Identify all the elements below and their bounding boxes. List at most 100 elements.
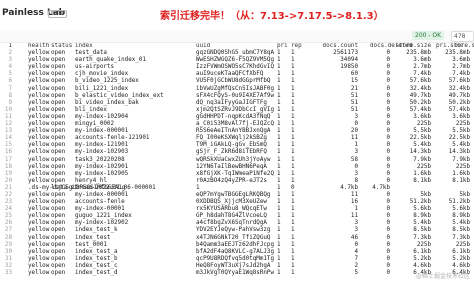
cell-docs-deleted: 0	[386, 113, 390, 120]
cell-store-size: 4.6kb	[413, 262, 431, 269]
cell-uuid: x8fGjXK-TqIWmeaP1Nfe2Q	[196, 170, 275, 177]
cell-pri: 1	[277, 92, 281, 99]
cell-pri-store-size: 235.8mb	[445, 50, 470, 57]
cell-health: yellow	[28, 156, 50, 163]
cell-health: yellow	[28, 248, 50, 255]
line-number: 30	[4, 248, 12, 255]
cell-uuid: VU5F0jGCbWU8dGGprMfbQ	[196, 78, 271, 85]
cell-docs-count: 51	[350, 92, 358, 99]
cell-status: open	[51, 99, 66, 106]
cell-docs-deleted: 0	[386, 191, 390, 198]
header-pri-store-size: pri.store.size	[436, 43, 474, 49]
cell-rep: 1	[291, 199, 295, 206]
cell-uuid: WwESHZWGQZ6-F5QZ9VM5Qg	[196, 57, 275, 64]
cell-health: yellow	[28, 128, 50, 135]
cell-rep: 1	[291, 177, 295, 184]
table-row: 32 yellow open index_test_c HeQ8FoyWT3uXj7sJ…	[0, 263, 474, 270]
cell-status: open	[51, 85, 66, 92]
cell-rep: 1	[291, 255, 295, 262]
table-row: 4 yellow open us-airports IzzFVWmOSWO5sC7Khd…	[0, 64, 474, 71]
cell-pri: 1	[277, 206, 281, 213]
cell-pri: 1	[277, 262, 281, 269]
table-row: 20 yellow open henry4_hl r0AzBO4zQ4yZPR-eJT2…	[0, 178, 474, 185]
cell-uuid: x4TJN6GNkT20_TfiZQGuQ	[196, 234, 271, 241]
cell-index: my-index-102901	[75, 163, 129, 170]
cell-store-size: 5.2kb	[413, 255, 431, 262]
cell-uuid: T9M_iGAkLQ-gGv_EbSmQ	[196, 142, 267, 149]
line-number: 11	[4, 113, 12, 120]
cell-docs-deleted: 0	[386, 206, 390, 213]
cell-docs-count: 34094	[340, 57, 358, 64]
table-row: 29 yellow open test_0001 b4Qamm3aEEJTz62dhFJ…	[0, 242, 474, 249]
cell-pri-store-size: 3.6kb	[452, 113, 470, 120]
cell-uuid: auI9uceKTaaQFCfXbFQ	[196, 71, 264, 78]
cell-docs-deleted: 0	[386, 149, 390, 156]
header-status: status	[51, 43, 73, 49]
cell-pri-store-size: 5kb	[459, 191, 470, 198]
cell-health: yellow	[28, 191, 50, 198]
cat-indices-output: 1 health status index uuid pri rep docs.…	[0, 43, 474, 282]
cell-uuid: gSjr_F_ZkR6d8iTEbRFQ	[196, 149, 267, 156]
cell-rep: 1	[291, 170, 295, 177]
cell-rep: 1	[291, 191, 295, 198]
cell-rep: 1	[291, 270, 295, 276]
cell-rep: 1	[291, 149, 295, 156]
cell-health: yellow	[28, 149, 50, 156]
line-number: 23	[4, 199, 12, 206]
cell-uuid: 12YN6TaIlBewBHN6PeqA	[196, 163, 267, 170]
cell-docs-deleted: 0	[386, 85, 390, 92]
cell-docs-deleted: 0	[386, 177, 390, 184]
cell-uuid: R5S6eAeITnAnYBBJxnQgA	[196, 128, 271, 135]
line-number: 12	[4, 121, 12, 128]
table-row: 23 yellow open accounts-fenle 0XDDBQS_XjjcM3…	[0, 199, 474, 206]
cell-index: index_test_c	[75, 262, 118, 269]
cell-uuid: YDV2EYJeQyw-PahVsw3zg	[196, 227, 271, 234]
cell-status: open	[51, 220, 66, 227]
cell-index: accounts-fenle	[75, 199, 125, 206]
cell-store-size: 225b	[416, 163, 431, 170]
cell-store-size: 235.8mb	[406, 50, 431, 57]
cell-index: my-index-000001	[75, 128, 129, 135]
cell-health: yellow	[28, 255, 50, 262]
cell-pri-store-size: 57.6kb	[448, 78, 470, 85]
watermark: @稀土掘金技术社区	[415, 273, 470, 280]
cell-docs-count: 11	[350, 213, 358, 220]
cell-docs-deleted: 0	[386, 135, 390, 142]
cell-uuid: rx5KYUSARbu8_WQcqETw	[196, 206, 267, 213]
cell-index: index_test	[75, 234, 111, 241]
cell-index: us-airports	[75, 64, 115, 71]
cell-status: open	[51, 270, 66, 276]
cell-index: index_test_a	[75, 248, 118, 255]
cell-rep: 1	[291, 113, 295, 120]
table-row: 24 yellow open my-index-00001 rx5KYUSARbu8_W…	[0, 206, 474, 213]
cell-status: open	[51, 170, 66, 177]
cell-rep: 1	[291, 227, 295, 234]
cell-docs-deleted: 0	[386, 64, 390, 71]
cell-index: my-index-102905	[75, 170, 129, 177]
cell-pri-store-size: 49.7kb	[448, 92, 470, 99]
table-row: 8 yellow open b_elastic_video_index_ext sFX4…	[0, 93, 474, 100]
cell-status: open	[51, 241, 66, 248]
cell-index: bili_1221_index	[75, 85, 129, 92]
cell-store-size: 57.4kb	[409, 106, 431, 113]
cell-health: yellow	[28, 135, 50, 142]
cell-pri-store-size: 5.5kb	[452, 128, 470, 135]
cell-uuid: eQP7mYgwTBGGEgLRKQBQg	[196, 191, 271, 198]
cell-status: open	[51, 213, 66, 220]
line-number: 2	[8, 50, 12, 57]
cell-uuid: dQ_nq3aIFyyGaJIGFTFg	[196, 99, 267, 106]
cell-docs-count: 5	[354, 270, 358, 276]
line-number: 16	[4, 149, 12, 156]
table-row: 22 yellow open my-index-000001 eQP7mYgwTBGGE…	[0, 192, 474, 199]
cell-rep: 1	[291, 135, 295, 142]
cell-rep: 1	[291, 71, 295, 78]
cell-index: cjh_movie_index	[75, 71, 129, 78]
cell-docs-count: 51	[350, 99, 358, 106]
cell-rep: 1	[291, 106, 295, 113]
cell-status: open	[51, 121, 66, 128]
cell-docs-count: 2	[354, 262, 358, 269]
cell-health: yellow	[28, 170, 50, 177]
header-docs-deleted: docs.deleted	[370, 43, 413, 49]
cell-pri-store-size: 7.9kb	[452, 156, 470, 163]
cell-docs-deleted: 0	[386, 270, 390, 276]
